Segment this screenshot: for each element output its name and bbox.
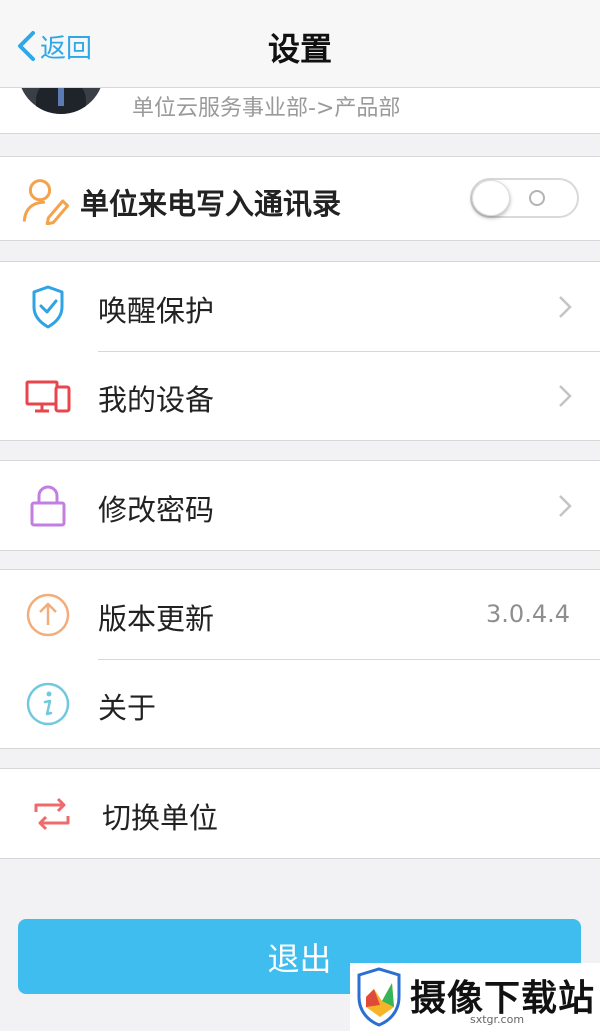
nav-bar: 返回 设置 xyxy=(0,0,600,88)
watermark-logo-icon xyxy=(357,967,401,1027)
profile-card[interactable]: 单位云服务事业部->产品部 xyxy=(0,88,600,134)
row-change-password[interactable]: 修改密码 xyxy=(0,461,600,550)
watermark: 摄像下载站 sxtgr.com xyxy=(350,963,600,1031)
page-title: 设置 xyxy=(267,30,332,68)
settings-group-3: 版本更新 3.0.4.4 关于 xyxy=(0,569,600,749)
lock-icon xyxy=(30,485,66,527)
toggle-off-indicator xyxy=(529,190,545,206)
row-switch-unit[interactable]: 切换单位 xyxy=(0,769,600,858)
chevron-right-icon xyxy=(559,296,572,318)
chevron-right-icon xyxy=(559,385,572,407)
upload-arrow-icon xyxy=(26,593,70,637)
chevron-right-icon xyxy=(559,495,572,517)
row-version-update[interactable]: 版本更新 3.0.4.4 xyxy=(0,570,600,659)
row-wake-protection[interactable]: 唤醒保护 xyxy=(0,262,600,351)
watermark-url: sxtgr.com xyxy=(470,1013,525,1026)
row-label: 版本更新 xyxy=(98,602,215,636)
contact-edit-icon xyxy=(22,179,70,225)
row-my-devices[interactable]: 我的设备 xyxy=(0,351,600,440)
row-label: 修改密码 xyxy=(98,493,215,527)
call-toggle-label: 单位来电写入通讯录 xyxy=(80,187,342,221)
devices-icon xyxy=(25,380,71,413)
settings-group-2: 修改密码 xyxy=(0,460,600,551)
version-value: 3.0.4.4 xyxy=(486,600,570,628)
row-label: 我的设备 xyxy=(98,383,215,417)
call-toggle-switch[interactable] xyxy=(470,178,579,218)
toggle-knob xyxy=(472,180,510,216)
row-about[interactable]: 关于 xyxy=(0,659,600,748)
settings-group-4: 切换单位 xyxy=(0,768,600,859)
row-label: 关于 xyxy=(98,691,157,725)
row-label: 切换单位 xyxy=(102,801,219,835)
info-icon xyxy=(26,682,70,726)
row-label: 唤醒保护 xyxy=(98,294,215,328)
switch-arrows-icon xyxy=(34,797,70,831)
avatar xyxy=(18,88,104,114)
department-label: 单位云服务事业部->产品部 xyxy=(132,96,401,121)
shield-check-icon xyxy=(32,285,64,329)
settings-group-1: 唤醒保护 我的设备 xyxy=(0,261,600,441)
